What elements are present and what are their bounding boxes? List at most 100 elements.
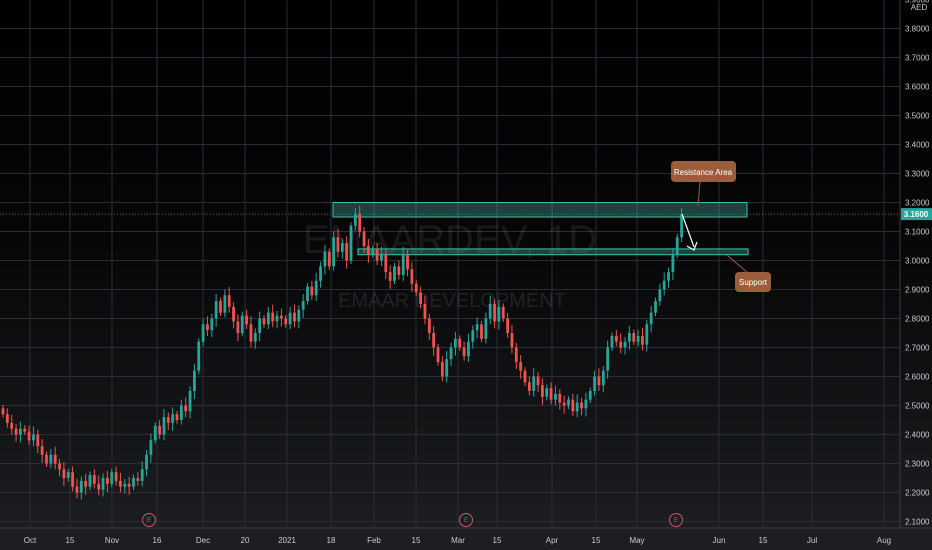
candle-body (79, 480, 83, 493)
candle (171, 407, 175, 432)
candle-body (458, 338, 462, 348)
candle (449, 342, 453, 367)
candle-body (562, 402, 566, 406)
candle-body (401, 254, 405, 275)
candle (166, 412, 170, 430)
candle-body (497, 306, 501, 322)
candle-body (632, 333, 636, 342)
candle-body (532, 376, 536, 391)
y-tick-label: 2.6000 (905, 373, 930, 382)
candle (253, 328, 257, 349)
candle-body (271, 312, 275, 322)
support-callout-label: Support (739, 278, 768, 287)
candle (132, 474, 135, 491)
chart-container: EMAARDEV, 1D EMAAR DEVELOPMENT Resistanc… (0, 0, 932, 550)
candle (301, 294, 305, 318)
candle-body (193, 370, 196, 391)
candle-body (88, 475, 92, 487)
candle (45, 451, 48, 467)
candle (571, 393, 575, 416)
candle (153, 422, 157, 444)
candle (123, 479, 127, 494)
candle (662, 272, 666, 296)
earnings-marker: E (669, 513, 683, 527)
candle-body (106, 478, 109, 484)
candle (140, 461, 144, 487)
candle-body (427, 318, 431, 333)
candle (510, 324, 514, 354)
y-tick-label: 2.8000 (905, 315, 930, 324)
candle-body (675, 237, 679, 255)
candle (197, 338, 201, 375)
candle-body (45, 454, 48, 464)
candle-body (162, 417, 166, 435)
candle-body (367, 246, 370, 255)
y-tick-label: 2.2000 (905, 489, 930, 498)
candle-body (40, 446, 44, 455)
candle (162, 408, 166, 441)
y-tick-label: 3.4000 (905, 141, 930, 150)
x-tick-label: 18 (327, 536, 336, 545)
candle-body (153, 425, 157, 441)
candle-body (323, 251, 327, 267)
candle-body (32, 434, 35, 441)
candle (397, 260, 401, 280)
candle-body (258, 318, 262, 333)
x-tick-label: Aug (877, 536, 891, 545)
watermark-name: EMAAR DEVELOPMENT (338, 290, 566, 312)
candle-body (206, 324, 209, 331)
x-tick-label: Jul (807, 536, 817, 545)
candle (623, 337, 627, 355)
candle-body (454, 338, 457, 348)
x-tick-label: Jun (713, 536, 726, 545)
candle (175, 410, 179, 424)
resistance-callout-label: Resistance Area (674, 168, 733, 177)
candle-body (175, 414, 179, 420)
candle-body (593, 376, 596, 391)
candle (554, 385, 557, 406)
candle (193, 363, 196, 400)
price-axis[interactable]: AED 3.90003.80003.70003.60003.50003.4000… (905, 0, 930, 527)
candle-body (649, 312, 653, 325)
y-tick-label: 3.9000 (905, 0, 930, 5)
candle-body (84, 480, 88, 487)
candle-body (523, 370, 527, 383)
candle-body (362, 231, 366, 246)
y-tick-label: 3.3000 (905, 170, 930, 179)
candle-body (488, 304, 492, 319)
candle (40, 439, 44, 463)
candle (580, 397, 583, 416)
price-chart[interactable]: EMAARDEV, 1D EMAAR DEVELOPMENT Resistanc… (0, 0, 932, 550)
candle-body (149, 440, 153, 455)
candle (184, 397, 188, 418)
candle-body (480, 324, 483, 339)
candle-body (123, 483, 127, 487)
candle (119, 472, 122, 493)
candle (232, 302, 235, 329)
candle-body (567, 399, 570, 406)
candle (32, 426, 35, 447)
candle (349, 222, 353, 264)
x-tick-label: Oct (24, 536, 37, 545)
earnings-events: EEE (142, 513, 683, 527)
down-arrow-line (681, 213, 695, 248)
time-axis[interactable]: Oct 15 Nov 16 Dec 20 2021 18 Feb 15 Mar 15 Apr 15 May J… (24, 536, 891, 545)
candle (484, 312, 488, 344)
candle (214, 294, 218, 327)
candle-body (53, 454, 57, 464)
candle-body (597, 376, 601, 386)
candle (584, 392, 588, 417)
candle-body (23, 428, 27, 432)
candle (527, 376, 531, 396)
candle-body (332, 237, 335, 267)
candle (523, 367, 527, 386)
candle (480, 320, 483, 343)
candle-body (5, 414, 9, 423)
candle-body (240, 315, 244, 333)
candle-body (58, 463, 61, 470)
candle-body (145, 454, 148, 470)
candle-body (136, 478, 140, 481)
candle-body (219, 301, 222, 313)
x-tick-label: 15 (66, 536, 75, 545)
candle-body (171, 414, 175, 423)
